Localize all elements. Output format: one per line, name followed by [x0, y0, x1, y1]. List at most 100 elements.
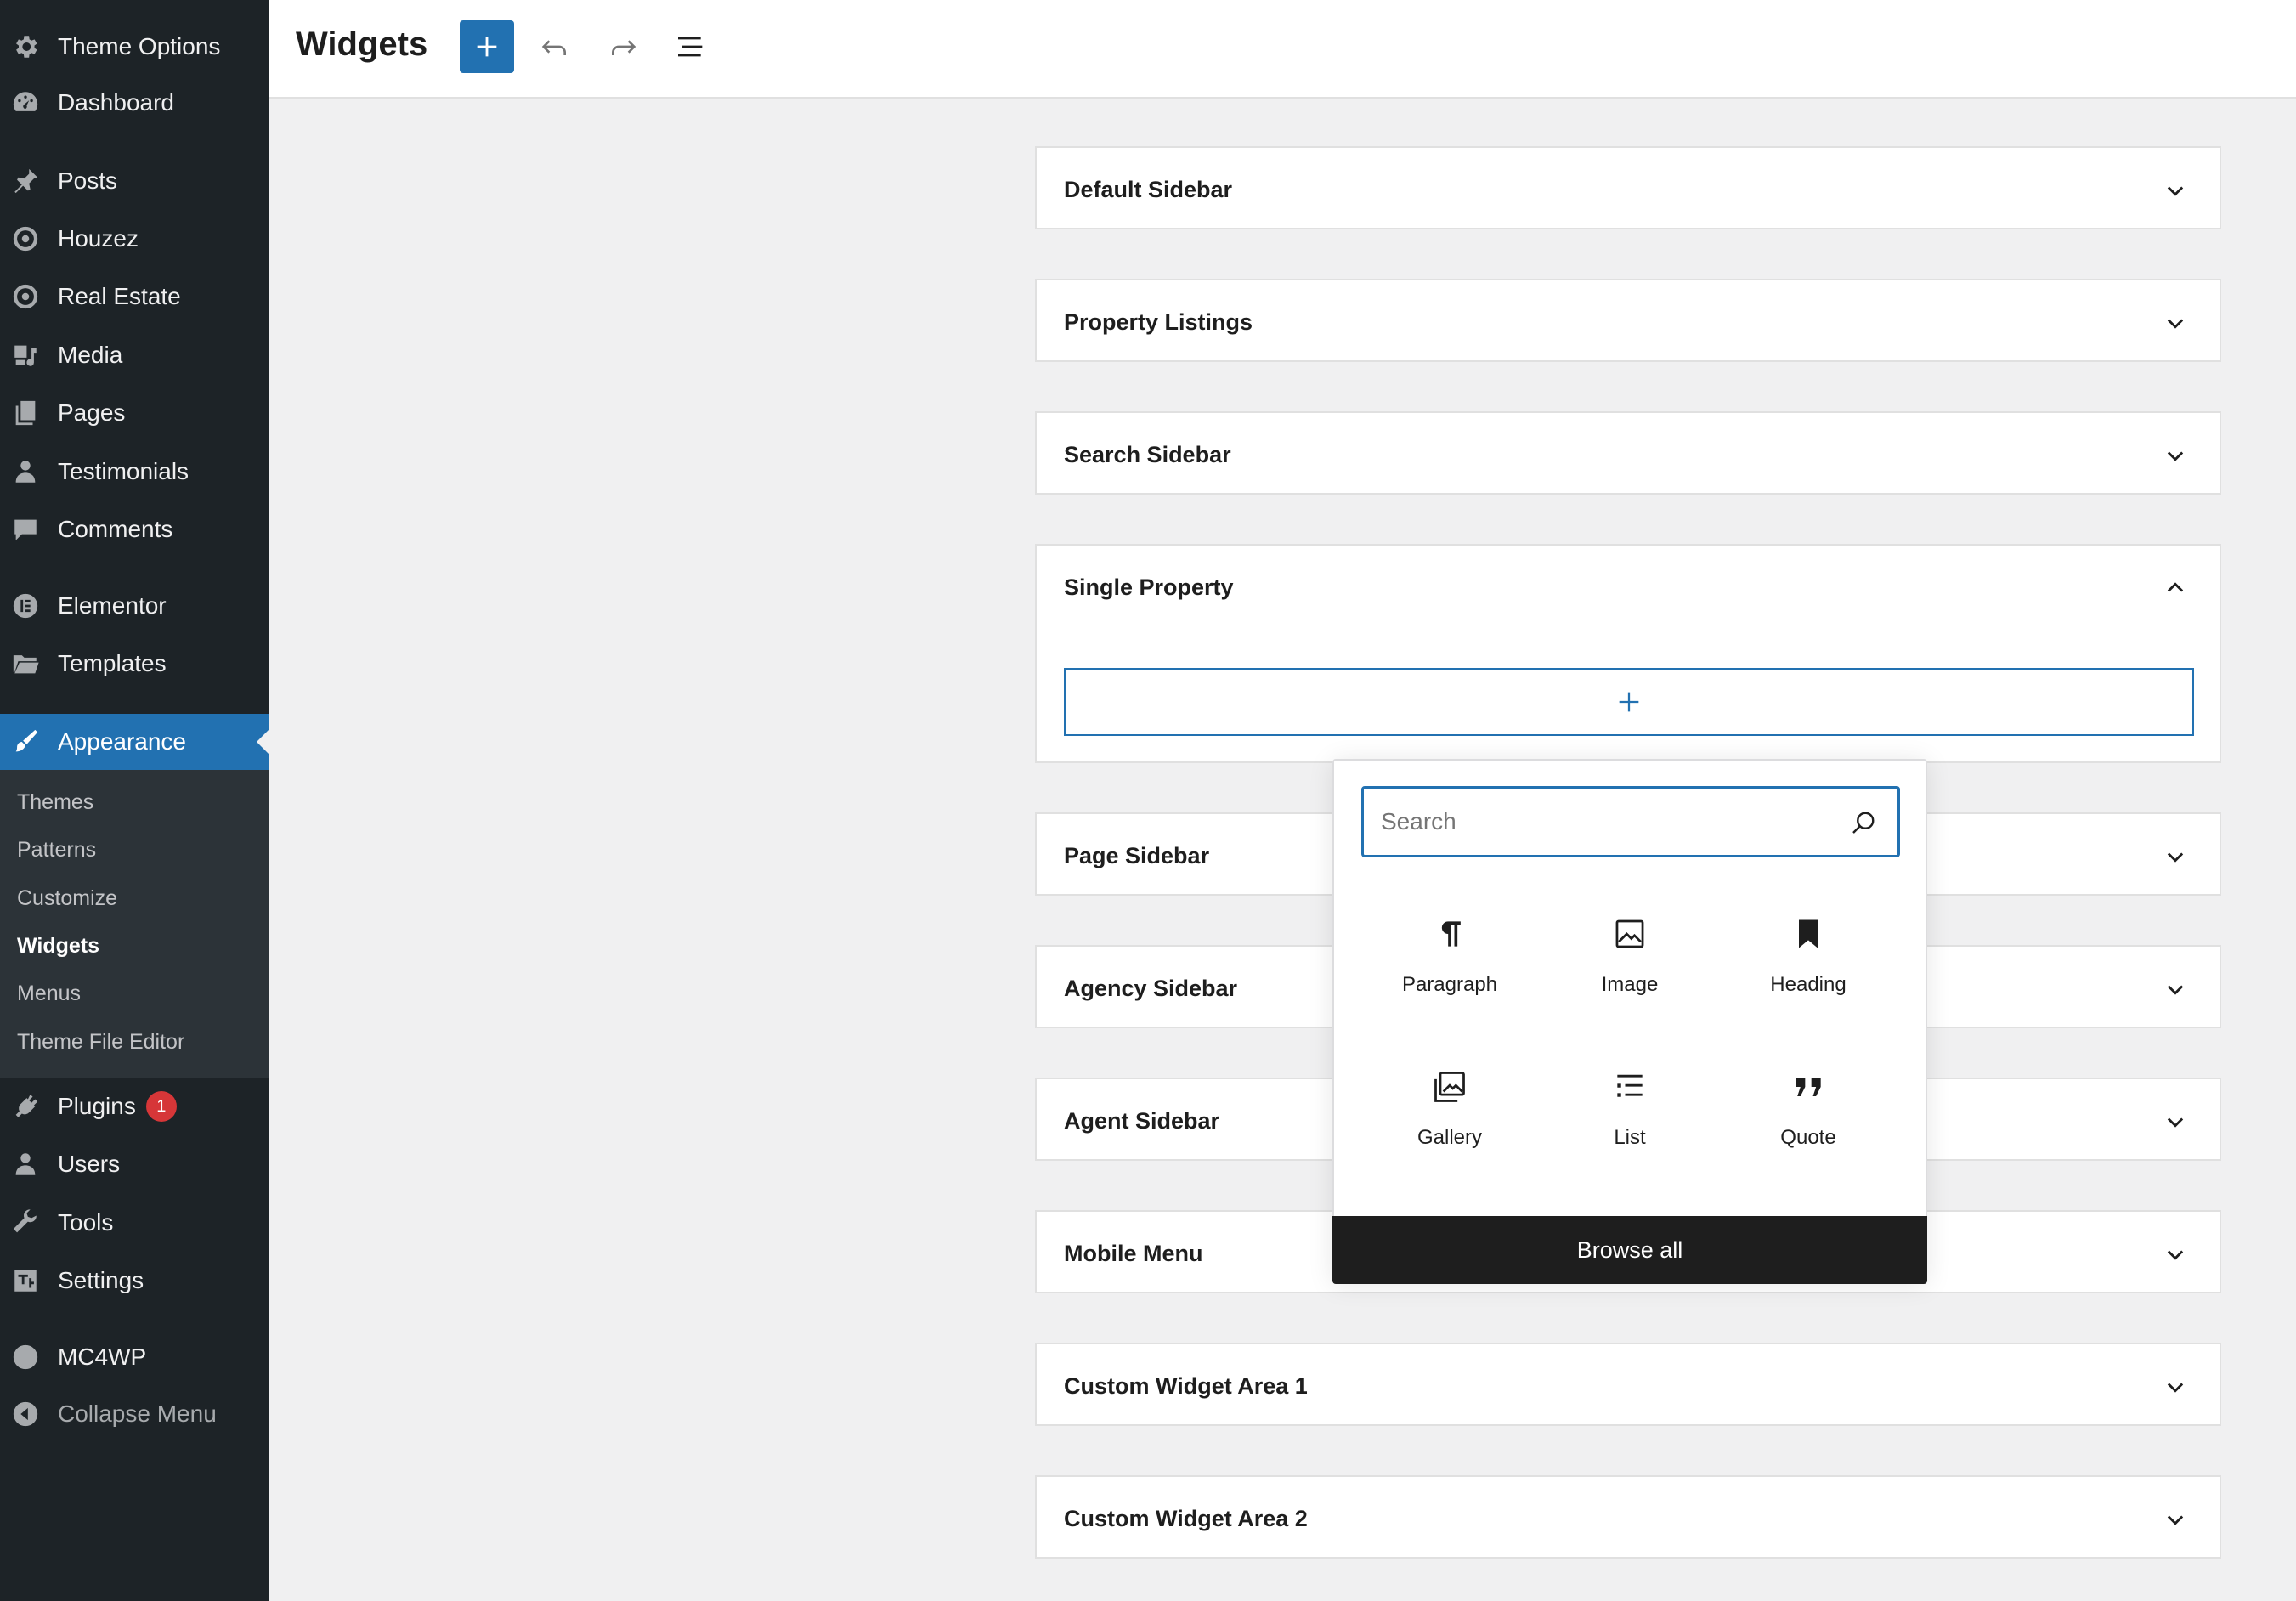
widget-area-property-listings[interactable]: Property Listings: [1035, 279, 2221, 362]
undo-button[interactable]: [534, 25, 576, 68]
block-label: Image: [1601, 973, 1659, 996]
widget-area-search-sidebar[interactable]: Search Sidebar: [1035, 411, 2221, 495]
pin-icon: [10, 166, 41, 196]
active-indicator: [257, 730, 269, 754]
block-paragraph[interactable]: Paragraph: [1365, 898, 1535, 1034]
menu-label: Settings: [58, 1267, 144, 1293]
widget-area-custom-1[interactable]: Custom Widget Area 1: [1035, 1343, 2221, 1426]
menu-label: Testimonials: [58, 458, 189, 484]
menu-item-plugins[interactable]: Plugins 1: [0, 1080, 269, 1133]
submenu-item-theme-file-editor[interactable]: Theme File Editor: [17, 1030, 184, 1055]
comment-icon: [10, 514, 41, 545]
menu-label: Plugins: [58, 1093, 136, 1119]
redo-icon: [612, 40, 636, 55]
menu-label: Media: [58, 342, 123, 368]
widget-area-title: Default Sidebar: [1064, 177, 1233, 202]
menu-label: MC4WP: [58, 1344, 147, 1370]
block-search-input[interactable]: [1381, 802, 1840, 841]
menu-label: Tools: [58, 1209, 114, 1236]
menu-item-media[interactable]: Media: [0, 329, 269, 382]
chevron-down-icon: [2167, 852, 2184, 863]
page-title: Widgets: [296, 25, 428, 63]
submenu-item-customize[interactable]: Customize: [17, 886, 117, 911]
submenu-item-menus[interactable]: Menus: [17, 982, 81, 1006]
menu-item-dashboard[interactable]: Dashboard: [0, 76, 269, 129]
plus-icon: [1619, 692, 1639, 712]
menu-label: Elementor: [58, 592, 167, 619]
plug-icon: [10, 1091, 41, 1122]
menu-label: Posts: [58, 167, 118, 194]
collapse-menu-button[interactable]: Collapse Menu: [0, 1388, 269, 1440]
block-label: Gallery: [1417, 1126, 1483, 1149]
chevron-down-icon: [2167, 1383, 2184, 1393]
location-icon: [10, 223, 41, 254]
widget-area-title: Custom Widget Area 1: [1064, 1373, 1308, 1399]
block-quote[interactable]: Quote: [1723, 1051, 1893, 1187]
heading-icon: [1799, 919, 1818, 948]
collapse-icon: [10, 1399, 41, 1429]
submenu-item-patterns[interactable]: Patterns: [17, 838, 96, 863]
menu-label: Comments: [58, 516, 173, 542]
block-list[interactable]: List: [1545, 1051, 1715, 1187]
menu-item-tools[interactable]: Tools: [0, 1197, 269, 1249]
folder-icon: [10, 648, 41, 679]
mc4wp-icon: [10, 1342, 41, 1372]
menu-item-real-estate[interactable]: Real Estate: [0, 270, 269, 323]
menu-item-testimonials[interactable]: Testimonials: [0, 445, 269, 498]
block-gallery[interactable]: Gallery: [1365, 1051, 1535, 1187]
dashboard-icon: [10, 88, 41, 118]
widget-area-title: Custom Widget Area 2: [1064, 1506, 1308, 1531]
add-block-button[interactable]: [460, 20, 514, 73]
media-icon: [10, 340, 41, 371]
person-icon: [10, 456, 41, 487]
block-label: Quote: [1780, 1126, 1836, 1149]
menu-item-posts[interactable]: Posts: [0, 155, 269, 207]
chevron-down-icon: [2167, 319, 2184, 329]
search-icon: [1852, 812, 1875, 834]
menu-item-settings[interactable]: Settings: [0, 1254, 269, 1307]
chevron-down-icon: [2167, 1515, 2184, 1525]
list-view-button[interactable]: [670, 25, 712, 68]
widget-area-default-sidebar[interactable]: Default Sidebar: [1035, 146, 2221, 229]
block-heading[interactable]: Heading: [1723, 898, 1893, 1034]
editor-header: Widgets: [269, 0, 2296, 99]
menu-label: Houzez: [58, 225, 139, 252]
block-label: List: [1614, 1126, 1646, 1149]
menu-item-theme-options[interactable]: Theme Options: [0, 20, 269, 73]
menu-label: Real Estate: [58, 283, 181, 309]
brush-icon: [10, 727, 41, 757]
menu-item-appearance[interactable]: Appearance: [0, 714, 269, 770]
menu-item-houzez[interactable]: Houzez: [0, 212, 269, 265]
chevron-down-icon: [2167, 985, 2184, 995]
user-icon: [10, 1149, 41, 1180]
block-appender-button[interactable]: [1064, 668, 2194, 736]
pages-icon: [10, 398, 41, 428]
browse-all-button[interactable]: Browse all: [1332, 1216, 1927, 1284]
widget-area-custom-2[interactable]: Custom Widget Area 2: [1035, 1475, 2221, 1559]
submenu-item-widgets[interactable]: Widgets: [17, 934, 99, 959]
gallery-icon: [1434, 1072, 1465, 1102]
menu-item-pages[interactable]: Pages: [0, 387, 269, 439]
widget-area-title: Agency Sidebar: [1064, 976, 1238, 1001]
menu-item-comments[interactable]: Comments: [0, 503, 269, 556]
paragraph-icon: [1441, 921, 1461, 947]
submenu-item-themes[interactable]: Themes: [17, 790, 93, 815]
redo-button[interactable]: [602, 25, 644, 68]
location-icon: [10, 281, 41, 312]
image-icon: [1615, 919, 1644, 948]
block-image[interactable]: Image: [1545, 898, 1715, 1034]
menu-item-templates[interactable]: Templates: [0, 637, 269, 690]
menu-label: Collapse Menu: [58, 1400, 217, 1427]
widget-area-single-property[interactable]: Single Property: [1035, 544, 2221, 763]
chevron-down-icon: [2167, 1117, 2184, 1128]
block-search-field: [1361, 786, 1900, 857]
menu-item-mc4wp[interactable]: MC4WP: [0, 1331, 269, 1383]
block-inserter-popover: Paragraph Image Heading Gallery List Quo…: [1332, 759, 1927, 1284]
menu-item-elementor[interactable]: Elementor: [0, 580, 269, 632]
admin-sidebar: Theme Options Dashboard Posts Houzez Rea…: [0, 0, 269, 1601]
widget-area-title: Single Property: [1064, 574, 1234, 600]
widget-area-title: Mobile Menu: [1064, 1241, 1203, 1266]
menu-item-users[interactable]: Users: [0, 1138, 269, 1191]
widget-area-title: Page Sidebar: [1064, 843, 1210, 868]
block-label: Paragraph: [1401, 973, 1498, 996]
